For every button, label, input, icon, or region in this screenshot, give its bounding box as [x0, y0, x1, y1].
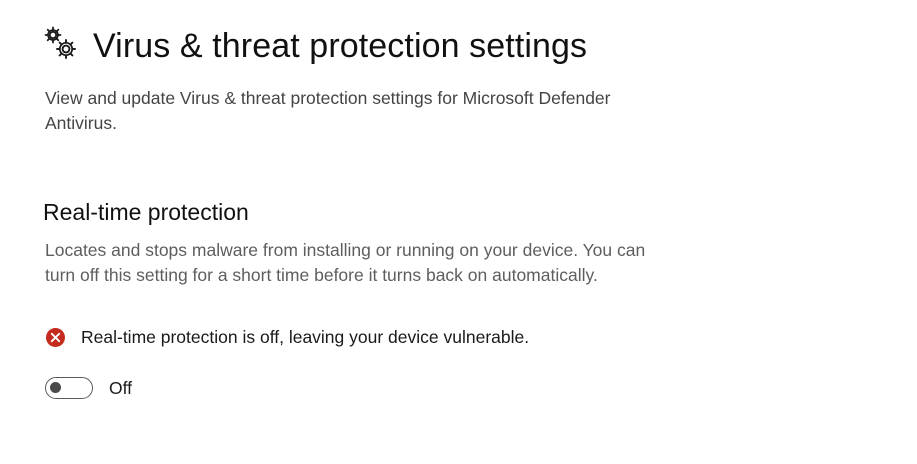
page-title: Virus & threat protection settings	[93, 27, 588, 65]
realtime-protection-heading: Real-time protection	[43, 199, 249, 225]
realtime-protection-description: Locates and stops malware from installin…	[45, 240, 646, 285]
error-icon	[45, 327, 66, 348]
page-description: View and update Virus & threat protectio…	[45, 88, 611, 133]
settings-gears-icon	[44, 25, 78, 59]
toggle-state-label: Off	[109, 378, 133, 398]
toggle-thumb	[50, 382, 61, 393]
realtime-status-row: Real-time protection is off, leaving you…	[45, 325, 529, 349]
realtime-protection-toggle-row[interactable]: Off	[45, 376, 132, 400]
realtime-status-text: Real-time protection is off, leaving you…	[81, 327, 530, 347]
realtime-protection-toggle[interactable]	[45, 377, 93, 399]
page-header: Virus & threat protection settings	[44, 24, 587, 68]
